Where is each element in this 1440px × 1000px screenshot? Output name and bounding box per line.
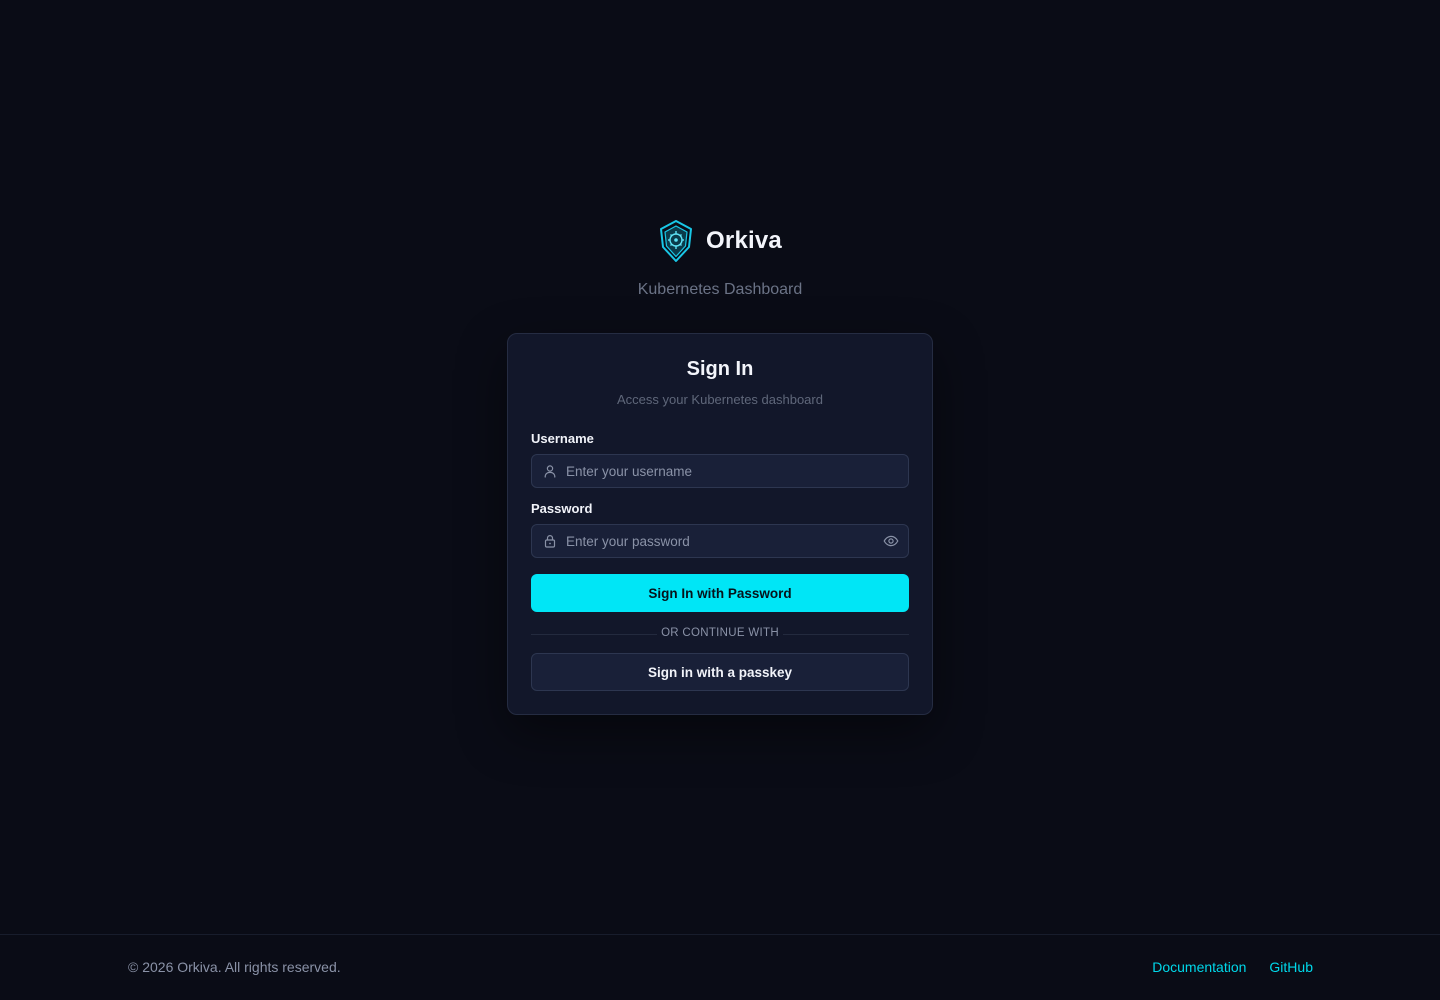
brand-tagline: Kubernetes Dashboard [637,281,803,298]
documentation-link[interactable]: Documentation [1152,959,1246,975]
sign-in-password-button[interactable]: Sign In with Password [531,574,909,612]
divider-line-right [783,634,909,635]
github-link[interactable]: GitHub [1269,959,1313,975]
footer-links: Documentation GitHub [1152,959,1313,975]
password-field[interactable] [531,524,909,558]
brand-header: Orkiva [0,219,1440,263]
card-subtitle: Access your Kubernetes dashboard [617,392,823,407]
or-divider: OR CONTINUE WITH [531,627,909,641]
eye-icon[interactable] [883,534,899,548]
passkey-sign-in-button[interactable]: Sign in with a passkey [531,653,909,691]
brand-name: Orkiva [706,227,782,254]
username-input[interactable] [566,455,866,487]
card-title: Sign In [686,358,754,380]
login-page: Orkiva Kubernetes Dashboard Sign In Acce… [0,0,1440,1000]
username-label: Username [531,431,594,446]
username-field[interactable] [531,454,909,488]
divider-text: OR CONTINUE WITH [661,627,779,639]
password-label: Password [531,501,593,516]
sign-in-card: Sign In Access your Kubernetes dashboard… [507,333,933,715]
page-footer: © 2026 Orkiva. All rights reserved. Docu… [0,934,1440,1000]
user-icon [544,465,556,478]
copyright-text: © 2026 Orkiva. All rights reserved. [128,959,341,975]
password-input[interactable] [566,525,866,557]
shield-helm-logo-icon [660,220,693,262]
lock-icon [544,534,556,548]
